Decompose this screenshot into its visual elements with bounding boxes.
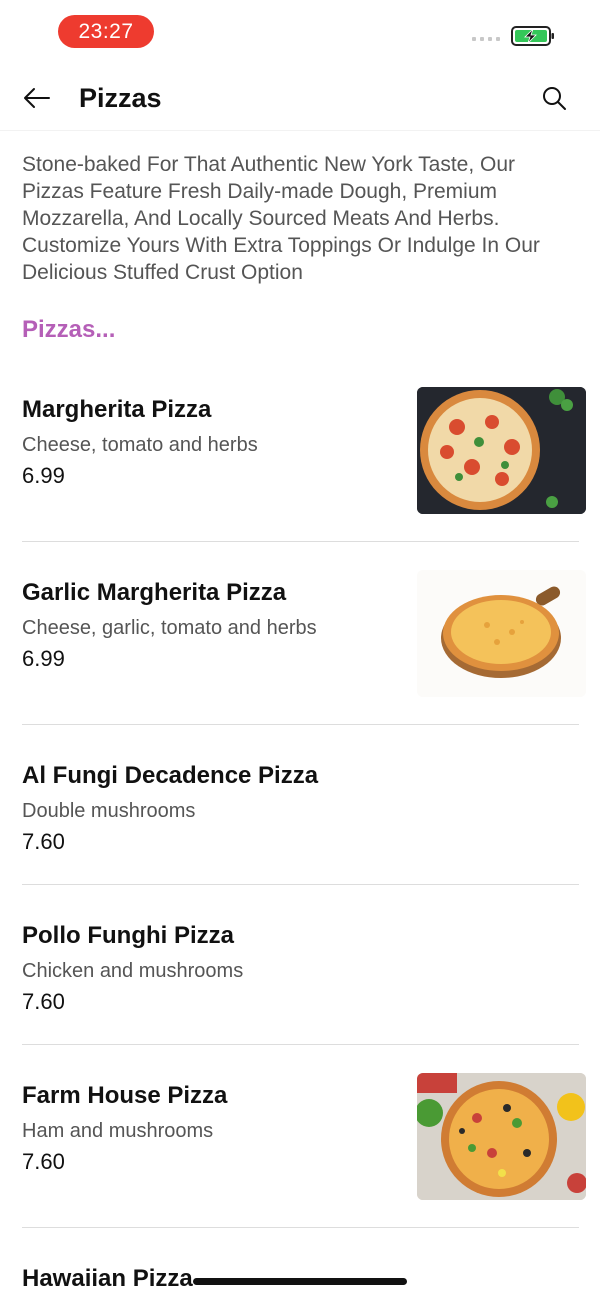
item-divider xyxy=(22,724,579,725)
arrow-left-icon xyxy=(24,88,50,108)
pizza-image xyxy=(417,387,586,514)
signal-icon xyxy=(472,37,500,41)
header-divider xyxy=(0,130,600,131)
item-description: Chicken and mushrooms xyxy=(22,960,244,982)
item-description: Double mushrooms xyxy=(22,800,196,822)
page-title: Pizzas xyxy=(79,83,162,113)
item-name: Pollo Funghi Pizza xyxy=(22,922,234,949)
battery-charging-icon xyxy=(511,26,554,46)
search-icon xyxy=(543,87,566,110)
status-time: 23:27 xyxy=(58,15,154,48)
item-description: Cheese, tomato and herbs xyxy=(22,434,258,456)
pizza-image xyxy=(417,570,586,697)
item-name: Hawaiian Pizza xyxy=(22,1265,193,1292)
item-name: Garlic Margherita Pizza xyxy=(22,579,287,606)
top-app-bar: Pizzas xyxy=(0,68,600,130)
item-divider xyxy=(22,1044,579,1045)
search-button[interactable] xyxy=(536,80,572,116)
back-button[interactable] xyxy=(18,80,54,116)
menu-item-farm-house[interactable]: Farm House Pizza Ham and mushrooms 7.60 xyxy=(0,1069,600,1229)
menu-item-al-fungi-decadence[interactable]: Al Fungi Decadence Pizza Double mushroom… xyxy=(0,749,600,879)
menu-item-hawaiian[interactable]: Hawaiian Pizza xyxy=(0,1252,600,1298)
status-bar: 23:27 xyxy=(0,0,600,60)
section-title: Pizzas... xyxy=(22,316,116,343)
item-name: Margherita Pizza xyxy=(22,396,212,423)
item-price: 7.60 xyxy=(22,829,65,854)
pizza-image xyxy=(417,1073,586,1200)
item-price: 6.99 xyxy=(22,646,65,671)
app-screen: 23:27 Pizzas Stone-baked For That Authen… xyxy=(0,0,600,1298)
item-divider xyxy=(22,884,579,885)
item-price: 6.99 xyxy=(22,463,65,488)
item-divider xyxy=(22,1227,579,1228)
item-description: Ham and mushrooms xyxy=(22,1120,214,1142)
item-name: Al Fungi Decadence Pizza xyxy=(22,762,319,789)
item-price: 7.60 xyxy=(22,989,65,1014)
item-name: Farm House Pizza xyxy=(22,1082,228,1109)
category-description: Stone-baked For That Authentic New York … xyxy=(22,153,540,284)
item-price: 7.60 xyxy=(22,1149,65,1174)
menu-item-garlic-margherita[interactable]: Garlic Margherita Pizza Cheese, garlic, … xyxy=(0,566,600,726)
item-description: Cheese, garlic, tomato and herbs xyxy=(22,617,317,639)
menu-item-pollo-funghi[interactable]: Pollo Funghi Pizza Chicken and mushrooms… xyxy=(0,909,600,1039)
menu-item-margherita[interactable]: Margherita Pizza Cheese, tomato and herb… xyxy=(0,383,600,543)
item-divider xyxy=(22,541,579,542)
home-indicator[interactable] xyxy=(193,1278,407,1285)
